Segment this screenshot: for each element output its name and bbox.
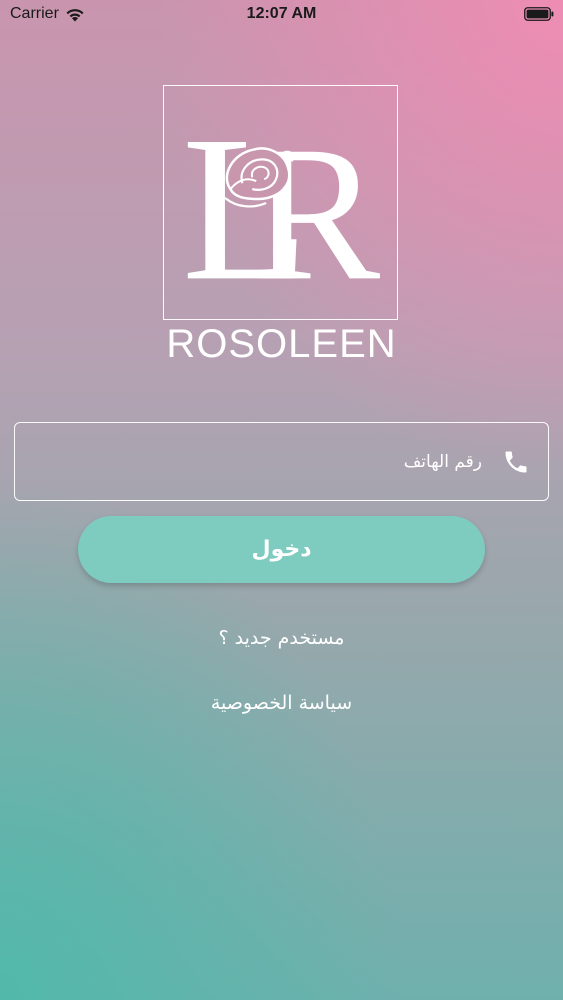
status-time: 12:07 AM <box>246 5 317 22</box>
phone-icon <box>505 451 527 472</box>
brand-name: ROSOLEEN <box>166 322 397 366</box>
battery-icon <box>524 7 554 21</box>
status-bar: Carrier 12:07 AM <box>0 0 563 30</box>
privacy-policy-link[interactable]: سياسة الخصوصية <box>0 692 563 714</box>
svg-text:R: R <box>251 106 380 319</box>
new-user-link[interactable]: مستخدم جديد ؟ <box>0 627 563 649</box>
brand-logo: L R <box>163 85 398 320</box>
login-button[interactable]: دخول <box>78 516 485 583</box>
rose-monogram-logo-icon: L R <box>182 93 380 319</box>
phone-input[interactable] <box>60 450 484 473</box>
phone-field[interactable] <box>14 422 549 501</box>
